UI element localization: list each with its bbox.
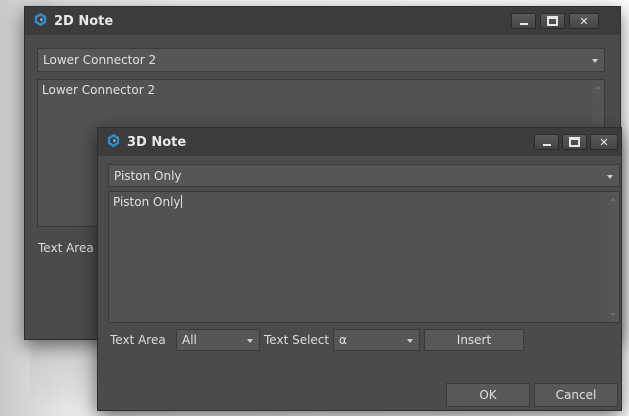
text-select-dropdown[interactable]: α: [333, 329, 420, 351]
maximize-button[interactable]: [562, 134, 587, 150]
scroll-up-icon[interactable]: [610, 198, 616, 201]
note-3d-scrollbar[interactable]: [607, 192, 619, 322]
cancel-button[interactable]: Cancel: [534, 383, 618, 407]
ok-button[interactable]: OK: [446, 383, 530, 407]
note-3d-window: 3D Note ✕ Piston Only Piston Only Text A…: [97, 127, 622, 411]
minimize-button[interactable]: [511, 13, 536, 29]
close-button[interactable]: ✕: [590, 134, 618, 150]
note-3d-titlebar[interactable]: 3D Note ✕: [98, 128, 621, 156]
minimize-icon: [542, 143, 551, 146]
note-3d-title: 3D Note: [127, 134, 187, 150]
note-2d-title: 2D Note: [54, 13, 114, 29]
scroll-up-icon[interactable]: [595, 86, 601, 89]
insert-button-label: Insert: [456, 333, 492, 347]
maximize-icon: [569, 137, 580, 147]
note-3d-preset-dropdown[interactable]: Piston Only: [108, 164, 620, 187]
close-icon: ✕: [579, 14, 589, 28]
note-3d-preset-value: Piston Only: [114, 168, 182, 183]
cancel-button-label: Cancel: [555, 388, 597, 402]
chevron-down-icon: [607, 174, 613, 179]
text-cursor: [180, 195, 182, 208]
chevron-down-icon: [407, 339, 413, 343]
maximize-icon: [547, 16, 558, 26]
note-2d-text-value: Lower Connector 2: [42, 83, 156, 97]
note-3d-text-value: Piston Only: [113, 195, 181, 209]
close-button[interactable]: ✕: [569, 13, 599, 29]
note-2d-titlebar[interactable]: 2D Note ✕: [25, 7, 620, 35]
chevron-down-icon: [592, 59, 598, 63]
note-2d-preset-value: Lower Connector 2: [43, 53, 157, 67]
note-2d-text-area-label: Text Area: [38, 241, 94, 255]
scroll-down-icon[interactable]: [610, 313, 616, 316]
text-select-value: α: [339, 333, 347, 347]
minimize-icon: [519, 22, 528, 25]
text-area-dropdown[interactable]: All: [176, 329, 260, 351]
cube-app-icon: [33, 12, 48, 31]
chevron-down-icon: [247, 339, 253, 343]
close-icon: ✕: [599, 135, 609, 149]
note-3d-text-area[interactable]: Piston Only: [108, 191, 620, 323]
note-2d-preset-dropdown[interactable]: Lower Connector 2: [37, 48, 605, 72]
cube-app-icon: [106, 133, 121, 152]
maximize-button[interactable]: [540, 13, 565, 29]
note-3d-text-area-label: Text Area: [110, 333, 166, 347]
ok-button-label: OK: [479, 388, 497, 402]
text-area-value: All: [182, 333, 197, 347]
text-select-label: Text Select: [264, 333, 330, 347]
insert-button[interactable]: Insert: [424, 329, 524, 351]
minimize-button[interactable]: [534, 134, 559, 150]
